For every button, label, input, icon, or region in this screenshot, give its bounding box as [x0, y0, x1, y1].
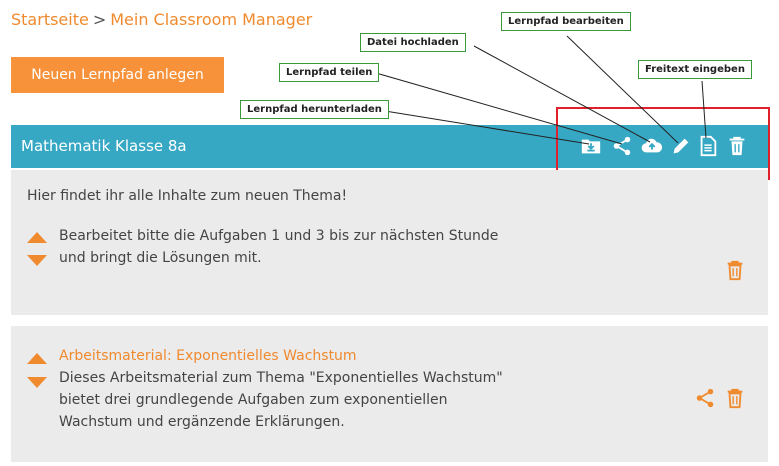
card-body-line: Wachstum und ergänzende Erklärungen.: [59, 414, 345, 430]
card-body-line: Dieses Arbeitsmaterial zum Thema "Expone…: [59, 370, 503, 386]
card-body-line: Bearbeitet bitte die Aufgaben 1 und 3 bi…: [59, 228, 499, 244]
move-up-arrow-icon[interactable]: [27, 231, 47, 243]
callout-edit-learning-path: Lernpfad bearbeiten: [501, 12, 631, 31]
trash-icon[interactable]: [724, 387, 746, 409]
learning-path-card: Hier findet ihr alle Inhalte zum neuen T…: [11, 170, 768, 315]
move-up-arrow-icon[interactable]: [27, 352, 47, 364]
card-body-text: Arbeitsmaterial: Exponentielles Wachstum…: [59, 345, 503, 433]
card-body-line: bietet drei grundlegende Aufgaben zum ex…: [59, 392, 448, 408]
callout-enter-freetext: Freitext eingeben: [638, 60, 752, 79]
card-body-text: Bearbeitet bitte die Aufgaben 1 und 3 bi…: [59, 225, 498, 269]
move-down-arrow-icon[interactable]: [27, 255, 47, 267]
share-icon[interactable]: [694, 387, 716, 409]
callout-download-learning-path: Lernpfad herunterladen: [240, 100, 389, 119]
breadcrumb-separator: >: [92, 10, 107, 29]
learning-path-card: Arbeitsmaterial: Exponentielles Wachstum…: [11, 326, 768, 462]
breadcrumb-current-link[interactable]: Mein Classroom Manager: [110, 10, 312, 29]
move-down-arrow-icon[interactable]: [27, 377, 47, 389]
new-learning-path-button[interactable]: Neuen Lernpfad anlegen: [11, 57, 224, 93]
learning-path-title: Mathematik Klasse 8a: [21, 137, 187, 155]
card-body-line: und bringt die Lösungen mit.: [59, 250, 262, 266]
card-intro-text: Hier findet ihr alle Inhalte zum neuen T…: [27, 188, 348, 204]
callout-upload-file: Datei hochladen: [360, 33, 466, 52]
breadcrumb-home-link[interactable]: Startseite: [11, 10, 89, 29]
breadcrumb: Startseite > Mein Classroom Manager: [11, 10, 312, 29]
material-title-link[interactable]: Arbeitsmaterial: Exponentielles Wachstum: [59, 345, 503, 367]
callout-share-learning-path: Lernpfad teilen: [279, 63, 380, 82]
trash-icon[interactable]: [724, 259, 746, 281]
